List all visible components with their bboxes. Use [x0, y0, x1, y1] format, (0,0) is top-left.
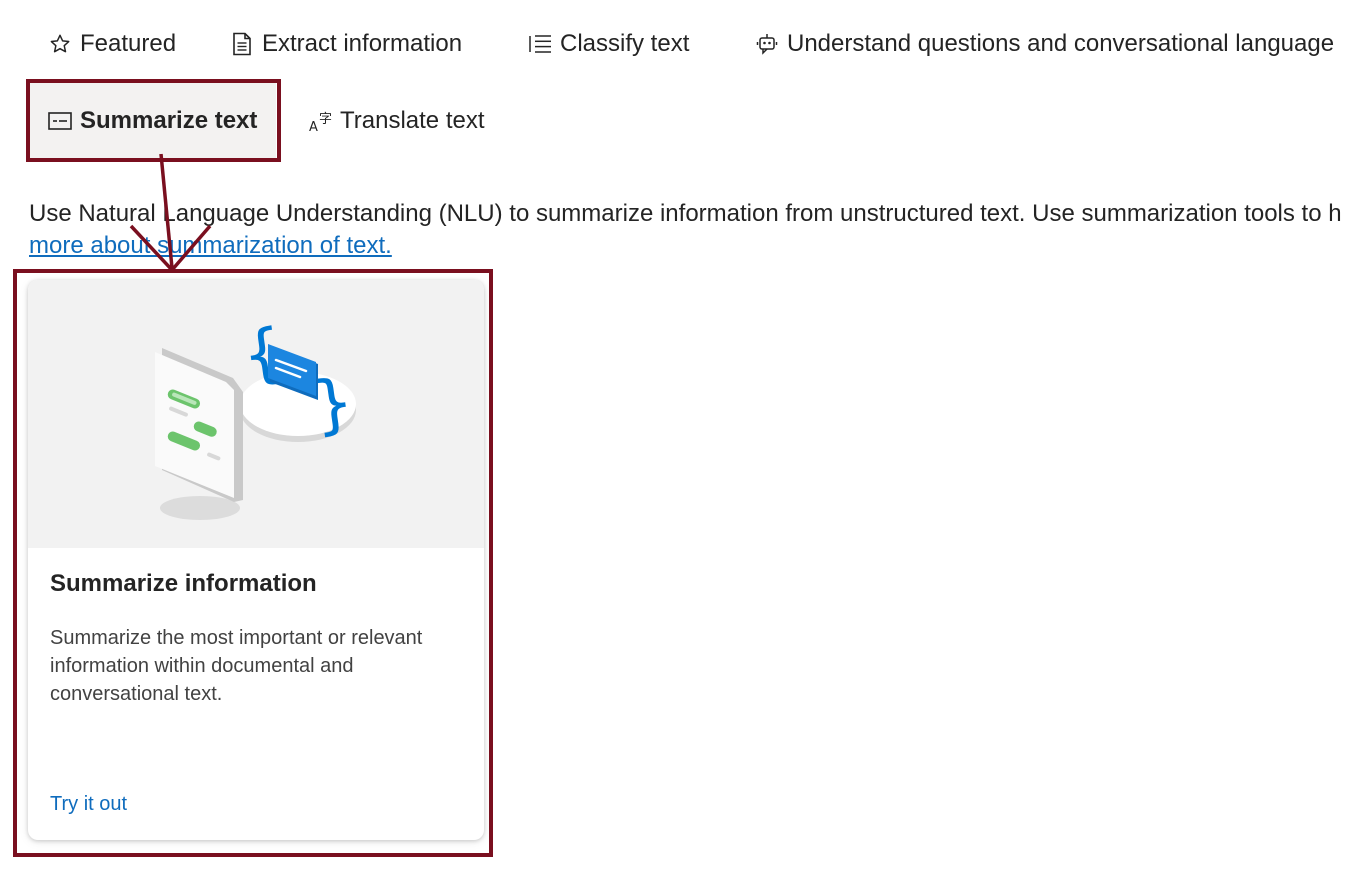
tab-label: Translate text	[340, 107, 485, 134]
tab-label: Extract information	[262, 30, 463, 57]
tab-label: Summarize text	[80, 106, 258, 134]
translate-icon: A字	[308, 109, 332, 133]
card-title: Summarize information	[50, 570, 317, 597]
svg-text:字: 字	[319, 112, 332, 127]
summary-icon	[48, 109, 72, 133]
card-description: Summarize the most important or relevant…	[50, 627, 423, 705]
tab-extract-information[interactable]: Extract information	[230, 30, 462, 58]
tab-classify-text[interactable]: Classify text	[528, 30, 689, 58]
description-text: Use Natural Language Understanding (NLU)…	[29, 200, 1342, 227]
list-icon	[528, 32, 552, 56]
summarization-illustration-icon: { }	[155, 315, 358, 520]
star-icon	[48, 32, 72, 56]
summarize-information-card[interactable]: { } Summarize information Summarize the …	[28, 280, 484, 840]
tab-label: Understand questions and conversational …	[787, 30, 1335, 57]
card-illustration: { }	[28, 280, 484, 548]
bot-icon	[755, 32, 779, 56]
learn-more-link[interactable]: more about summarization of text.	[29, 232, 392, 259]
tab-translate-text[interactable]: A字 Translate text	[308, 107, 485, 135]
tab-summarize-text[interactable]: Summarize text	[30, 83, 276, 158]
tab-label: Classify text	[560, 30, 690, 57]
tab-understand-questions[interactable]: Understand questions and conversational …	[755, 30, 1334, 58]
tab-label: Featured	[80, 30, 177, 57]
try-it-out-link[interactable]: Try it out	[50, 793, 127, 816]
tab-featured[interactable]: Featured	[48, 30, 176, 58]
svg-text:A: A	[309, 120, 318, 133]
document-icon	[230, 32, 254, 56]
description: Use Natural Language Understanding (NLU)…	[29, 198, 1361, 262]
